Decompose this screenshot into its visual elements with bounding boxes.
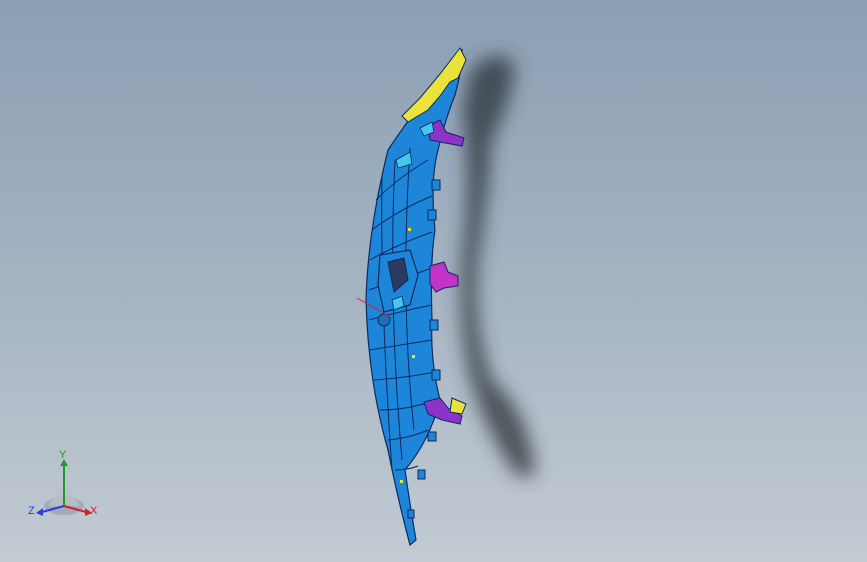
magenta-mid-clip[interactable] (429, 261, 459, 293)
orientation-triad[interactable]: Y X Z (22, 448, 106, 524)
part-shadow (460, 55, 535, 478)
triad-y-label: Y (59, 449, 67, 461)
model-view[interactable] (0, 0, 867, 562)
triad-x-label: X (90, 505, 98, 517)
grille-part[interactable] (365, 47, 467, 547)
yellow-lower-bracket[interactable] (449, 397, 467, 415)
graphics-viewport[interactable]: Y X Z (0, 0, 867, 562)
triad-z-label: Z (28, 505, 35, 517)
